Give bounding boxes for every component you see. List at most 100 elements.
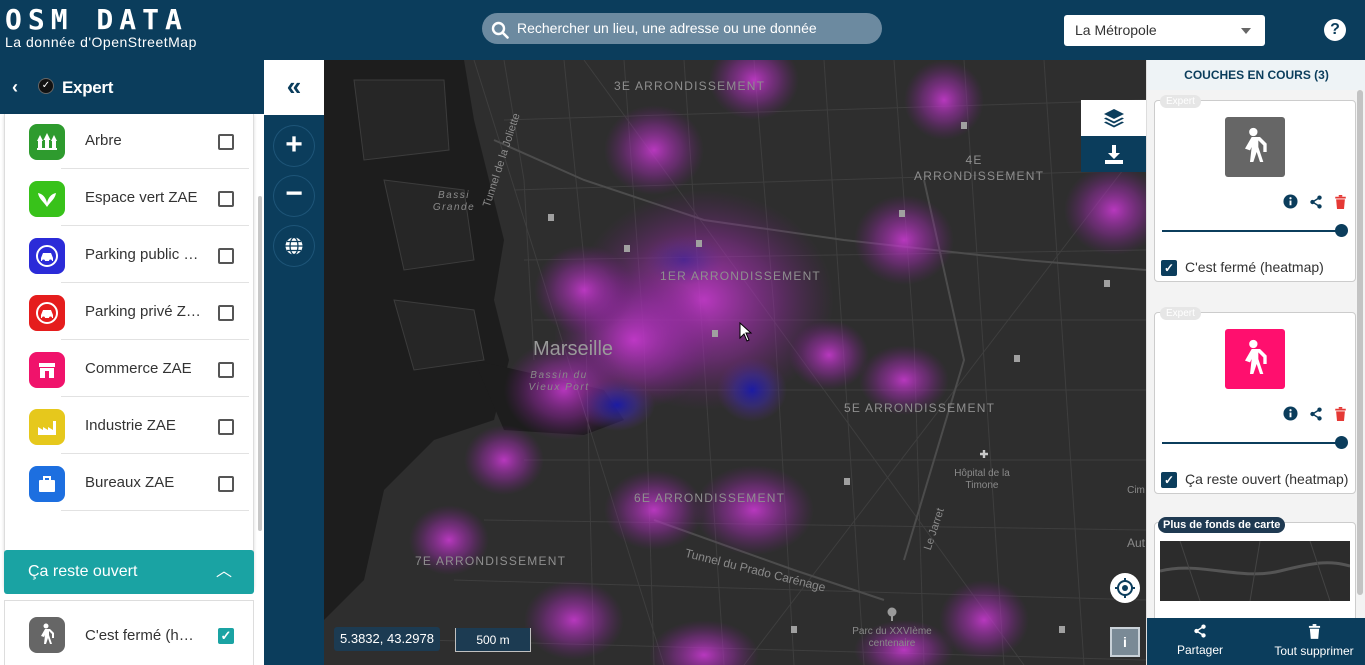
layer-name: Arbre bbox=[85, 132, 122, 149]
list-item-arbre[interactable]: Arbre bbox=[5, 112, 255, 169]
place-label: Bassi Grande bbox=[432, 190, 476, 213]
list-item-bureaux[interactable]: Bureaux ZAE bbox=[5, 454, 255, 511]
layer-name: C'est fermé (heatmap) bbox=[85, 627, 201, 644]
district-text: 6E ARRONDISSEMENT bbox=[634, 491, 786, 505]
territory-select-value: La Métropole bbox=[1075, 22, 1157, 38]
divider bbox=[61, 510, 249, 511]
district-text: 1ER ARRONDISSEMENT bbox=[660, 269, 821, 283]
list-item-industrie[interactable]: Industrie ZAE bbox=[5, 397, 255, 454]
district-text: 5E ARRONDISSEMENT bbox=[844, 401, 996, 415]
district-label: 1ER ARRONDISSEMENT bbox=[660, 268, 821, 284]
help-button[interactable]: ? bbox=[1324, 19, 1346, 41]
territory-select[interactable]: La Métropole bbox=[1064, 15, 1265, 46]
opacity-slider-handle[interactable] bbox=[1335, 224, 1348, 237]
map-canvas[interactable]: 3E ARRONDISSEMENT 4E ARRONDISSEMENT 1ER … bbox=[324, 60, 1146, 665]
globe-button[interactable] bbox=[274, 226, 314, 266]
district-label: 5E ARRONDISSEMENT bbox=[844, 400, 995, 416]
right-panel-footer: Partager Tout supprimer bbox=[1147, 618, 1365, 665]
panel-title: Expert bbox=[62, 78, 114, 97]
district-label: 4E ARRONDISSEMENT bbox=[914, 152, 1043, 184]
list-item-parking-prive[interactable]: Parking privé ZAE bbox=[5, 283, 255, 340]
share-all-button[interactable]: Partager bbox=[1175, 624, 1225, 657]
map-basemap bbox=[324, 60, 1146, 665]
tree-icon bbox=[29, 124, 65, 160]
app-root: OSM DATA La donnée d'OpenStreetMap Reche… bbox=[0, 0, 1365, 665]
info-button[interactable]: i bbox=[1110, 627, 1140, 657]
scrollbar[interactable] bbox=[1357, 90, 1363, 595]
section-title: Ça reste ouvert bbox=[28, 563, 138, 580]
layers-button[interactable] bbox=[1081, 100, 1146, 136]
basemap-thumbnail[interactable] bbox=[1159, 540, 1351, 602]
delete-all-button[interactable]: Tout supprimer bbox=[1269, 624, 1359, 658]
district-text: 4E ARRONDISSEMENT bbox=[914, 153, 1045, 183]
active-layers-title: COUCHES EN COURS (3) bbox=[1147, 60, 1365, 90]
basemap-tag: Plus de fonds de carte bbox=[1158, 517, 1286, 533]
logo-title: OSM DATA bbox=[5, 3, 188, 36]
share-all-label: Partager bbox=[1176, 643, 1224, 657]
share-icon bbox=[1175, 624, 1225, 643]
opacity-slider-handle[interactable] bbox=[1335, 436, 1348, 449]
list-item-cest-ferme[interactable]: C'est fermé (heatmap) ✓ bbox=[4, 600, 254, 665]
expert-tag: Expert bbox=[1160, 95, 1201, 108]
cursor-icon bbox=[739, 322, 753, 342]
share-icon[interactable] bbox=[1309, 407, 1323, 424]
trash-icon[interactable] bbox=[1334, 195, 1347, 212]
layer-name: Commerce ZAE bbox=[85, 360, 192, 377]
section-header-ca-reste-ouvert[interactable]: Ça reste ouvert ︿ bbox=[4, 550, 254, 594]
collapse-panel-button[interactable]: « bbox=[264, 60, 324, 115]
layer-visibility-checkbox[interactable]: ✓ bbox=[1161, 260, 1177, 276]
left-panel: ‹ ✓ Expert Arbre Espace vert ZAE Parking… bbox=[0, 60, 264, 665]
layer-name: Ça reste ouvert (heatmap) bbox=[1185, 471, 1349, 487]
active-layers-panel: COUCHES EN COURS (3) Expert ✓ C'est ferm… bbox=[1146, 60, 1365, 665]
logo-subtitle: La donnée d'OpenStreetMap bbox=[5, 34, 197, 50]
logo[interactable]: OSM DATA La donnée d'OpenStreetMap bbox=[5, 3, 197, 51]
layer-actions bbox=[1276, 406, 1347, 424]
search-input[interactable]: Rechercher un lieu, une adresse ou une d… bbox=[482, 13, 882, 44]
active-layer-card: Expert ✓ C'est fermé (heatmap) bbox=[1154, 95, 1356, 282]
factory-icon bbox=[29, 409, 65, 445]
expert-header: ‹ ✓ Expert bbox=[0, 60, 264, 114]
share-icon[interactable] bbox=[1309, 195, 1323, 212]
opacity-slider[interactable] bbox=[1162, 442, 1342, 444]
layer-checkbox[interactable] bbox=[218, 362, 234, 378]
crosshair-icon bbox=[1115, 578, 1135, 598]
trash-icon bbox=[1269, 624, 1359, 644]
list-item-parking-public[interactable]: Parking public ZAE bbox=[5, 226, 255, 283]
opacity-slider[interactable] bbox=[1162, 230, 1342, 232]
map-toolbar: « + − bbox=[264, 60, 324, 665]
layer-checkbox[interactable] bbox=[218, 476, 234, 492]
walker-icon bbox=[1225, 329, 1285, 389]
layer-checkbox[interactable] bbox=[218, 191, 234, 207]
search-icon bbox=[491, 19, 509, 50]
car-icon bbox=[29, 295, 65, 331]
district-label: 7E ARRONDISSEMENT bbox=[415, 553, 566, 569]
layer-name: Espace vert ZAE bbox=[85, 189, 198, 206]
list-item-commerce[interactable]: Commerce ZAE bbox=[5, 340, 255, 397]
district-text: 7E ARRONDISSEMENT bbox=[415, 554, 567, 568]
edge-label: Cim bbox=[1127, 485, 1145, 496]
basemap-card[interactable]: Plus de fonds de carte bbox=[1154, 517, 1356, 622]
scrollbar[interactable] bbox=[258, 196, 262, 531]
list-item-espace-vert[interactable]: Espace vert ZAE bbox=[5, 169, 255, 226]
delete-all-label: Tout supprimer bbox=[1274, 644, 1354, 658]
locate-button[interactable] bbox=[1110, 573, 1140, 603]
download-button[interactable] bbox=[1081, 136, 1146, 172]
download-icon bbox=[1104, 145, 1123, 164]
district-text: 3E ARRONDISSEMENT bbox=[614, 79, 766, 93]
layer-checkbox[interactable] bbox=[218, 419, 234, 435]
layer-checkbox[interactable] bbox=[218, 305, 234, 321]
trash-icon[interactable] bbox=[1334, 407, 1347, 424]
layer-checkbox[interactable] bbox=[218, 248, 234, 264]
info-icon[interactable] bbox=[1283, 406, 1298, 424]
top-header: OSM DATA La donnée d'OpenStreetMap Reche… bbox=[0, 0, 1365, 60]
zoom-out-button[interactable]: − bbox=[274, 176, 314, 216]
layer-checkbox[interactable] bbox=[218, 134, 234, 150]
district-label: 3E ARRONDISSEMENT bbox=[614, 78, 765, 94]
walker-icon bbox=[29, 617, 65, 653]
info-icon[interactable] bbox=[1283, 194, 1298, 212]
back-icon[interactable]: ‹ bbox=[12, 77, 18, 98]
layer-name: C'est fermé (heatmap) bbox=[1185, 259, 1324, 275]
layer-visibility-checkbox[interactable]: ✓ bbox=[1161, 472, 1177, 488]
zoom-in-button[interactable]: + bbox=[274, 126, 314, 166]
layer-checkbox-checked[interactable]: ✓ bbox=[218, 628, 234, 644]
